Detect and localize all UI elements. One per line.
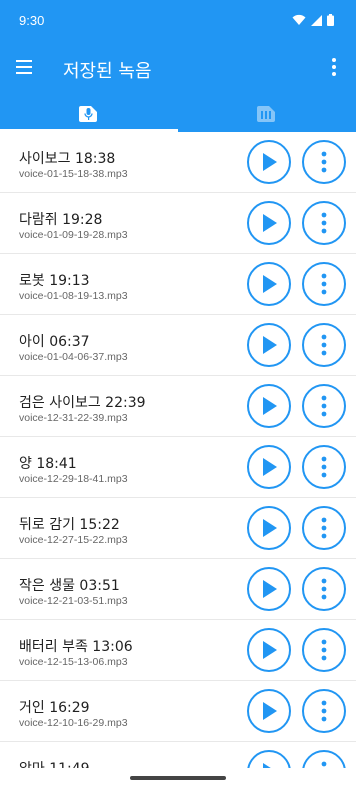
- item-menu-button[interactable]: [302, 445, 346, 489]
- recording-filename: voice-12-15-13-06.mp3: [19, 656, 128, 668]
- play-icon: [263, 153, 277, 171]
- status-icons: [292, 14, 334, 26]
- recording-filename: voice-12-29-18-41.mp3: [19, 473, 128, 485]
- more-vertical-icon: [321, 578, 327, 600]
- wifi-icon: [292, 14, 306, 25]
- status-bar: 9:30: [0, 0, 356, 42]
- play-button[interactable]: [247, 323, 291, 367]
- hamburger-menu-icon[interactable]: [14, 56, 36, 78]
- list-item[interactable]: 아이 06:37 voice-01-04-06-37.mp3: [0, 315, 356, 376]
- recording-title: 배터리 부족 13:06: [19, 639, 133, 655]
- status-time: 9:30: [19, 13, 45, 28]
- recording-filename: voice-12-10-16-29.mp3: [19, 717, 128, 729]
- play-icon: [263, 702, 277, 720]
- microphone-icon: [79, 106, 97, 122]
- recording-filename: voice-01-15-18-38.mp3: [19, 168, 128, 180]
- more-vertical-icon: [321, 456, 327, 478]
- item-menu-button[interactable]: [302, 384, 346, 428]
- play-icon: [263, 519, 277, 537]
- more-vertical-icon: [321, 273, 327, 295]
- play-button[interactable]: [247, 689, 291, 733]
- recording-filename: voice-01-08-19-13.mp3: [19, 290, 128, 302]
- recording-title: 로봇 19:13: [19, 273, 90, 289]
- play-button[interactable]: [247, 201, 291, 245]
- list-item[interactable]: 작은 생물 03:51 voice-12-21-03-51.mp3: [0, 559, 356, 620]
- more-vertical-icon: [321, 334, 327, 356]
- list-item[interactable]: 다람쥐 19:28 voice-01-09-19-28.mp3: [0, 193, 356, 254]
- play-icon: [263, 580, 277, 598]
- more-vertical-icon: [321, 151, 327, 173]
- list-item[interactable]: 배터리 부족 13:06 voice-12-15-13-06.mp3: [0, 620, 356, 681]
- app-header: 9:30 저장된 녹음: [0, 0, 356, 132]
- play-button[interactable]: [247, 384, 291, 428]
- play-button[interactable]: [247, 506, 291, 550]
- more-vertical-icon: [321, 395, 327, 417]
- item-menu-button[interactable]: [302, 140, 346, 184]
- more-vertical-icon: [321, 517, 327, 539]
- recording-title: 다람쥐 19:28: [19, 212, 103, 228]
- more-vertical-icon: [321, 639, 327, 661]
- page-title: 저장된 녹음: [63, 61, 152, 82]
- tab-recordings[interactable]: [0, 94, 178, 132]
- play-button[interactable]: [247, 567, 291, 611]
- item-menu-button[interactable]: [302, 628, 346, 672]
- battery-icon: [327, 14, 334, 26]
- piano-icon: [257, 106, 275, 122]
- list-item[interactable]: 뒤로 감기 15:22 voice-12-27-15-22.mp3: [0, 498, 356, 559]
- list-item[interactable]: 검은 사이보그 22:39 voice-12-31-22-39.mp3: [0, 376, 356, 437]
- item-menu-button[interactable]: [302, 750, 346, 768]
- recording-filename: voice-12-31-22-39.mp3: [19, 412, 128, 424]
- recording-title: 뒤로 감기 15:22: [19, 517, 120, 533]
- more-vertical-icon: [321, 700, 327, 722]
- more-vertical-icon: [321, 761, 327, 767]
- item-menu-button[interactable]: [302, 567, 346, 611]
- more-vertical-icon: [321, 212, 327, 234]
- item-menu-button[interactable]: [302, 201, 346, 245]
- tab-piano[interactable]: [178, 94, 356, 132]
- home-gesture-handle[interactable]: [130, 776, 226, 780]
- play-button[interactable]: [247, 445, 291, 489]
- list-item[interactable]: 양 18:41 voice-12-29-18-41.mp3: [0, 437, 356, 498]
- recording-title: 양 18:41: [19, 456, 77, 472]
- list-item[interactable]: 악마 11:49: [0, 742, 356, 768]
- list-item[interactable]: 거인 16:29 voice-12-10-16-29.mp3: [0, 681, 356, 742]
- play-icon: [263, 458, 277, 476]
- list-item[interactable]: 사이보그 18:38 voice-01-15-18-38.mp3: [0, 132, 356, 193]
- play-icon: [263, 275, 277, 293]
- toolbar: 저장된 녹음: [0, 42, 356, 94]
- signal-icon: [311, 14, 322, 26]
- recording-title: 작은 생물 03:51: [19, 578, 120, 594]
- recording-title: 악마 11:49: [19, 758, 90, 768]
- recording-filename: voice-01-04-06-37.mp3: [19, 351, 128, 363]
- recording-title: 거인 16:29: [19, 700, 90, 716]
- navigation-bar: [0, 768, 356, 789]
- item-menu-button[interactable]: [302, 506, 346, 550]
- recording-title: 사이보그 18:38: [19, 151, 116, 167]
- list-item[interactable]: 로봇 19:13 voice-01-08-19-13.mp3: [0, 254, 356, 315]
- recordings-list[interactable]: 사이보그 18:38 voice-01-15-18-38.mp3 다람쥐 19:…: [0, 132, 356, 768]
- recording-filename: voice-01-09-19-28.mp3: [19, 229, 128, 241]
- recording-title: 아이 06:37: [19, 334, 90, 350]
- recording-filename: voice-12-21-03-51.mp3: [19, 595, 128, 607]
- item-menu-button[interactable]: [302, 262, 346, 306]
- play-button[interactable]: [247, 262, 291, 306]
- item-menu-button[interactable]: [302, 689, 346, 733]
- play-button[interactable]: [247, 750, 291, 768]
- play-button[interactable]: [247, 628, 291, 672]
- recording-title: 검은 사이보그 22:39: [19, 395, 146, 411]
- recording-filename: voice-12-27-15-22.mp3: [19, 534, 128, 546]
- play-icon: [263, 214, 277, 232]
- item-menu-button[interactable]: [302, 323, 346, 367]
- play-icon: [263, 397, 277, 415]
- tab-bar: [0, 94, 356, 132]
- play-button[interactable]: [247, 140, 291, 184]
- play-icon: [263, 641, 277, 659]
- more-vertical-icon[interactable]: [325, 55, 343, 79]
- play-icon: [263, 336, 277, 354]
